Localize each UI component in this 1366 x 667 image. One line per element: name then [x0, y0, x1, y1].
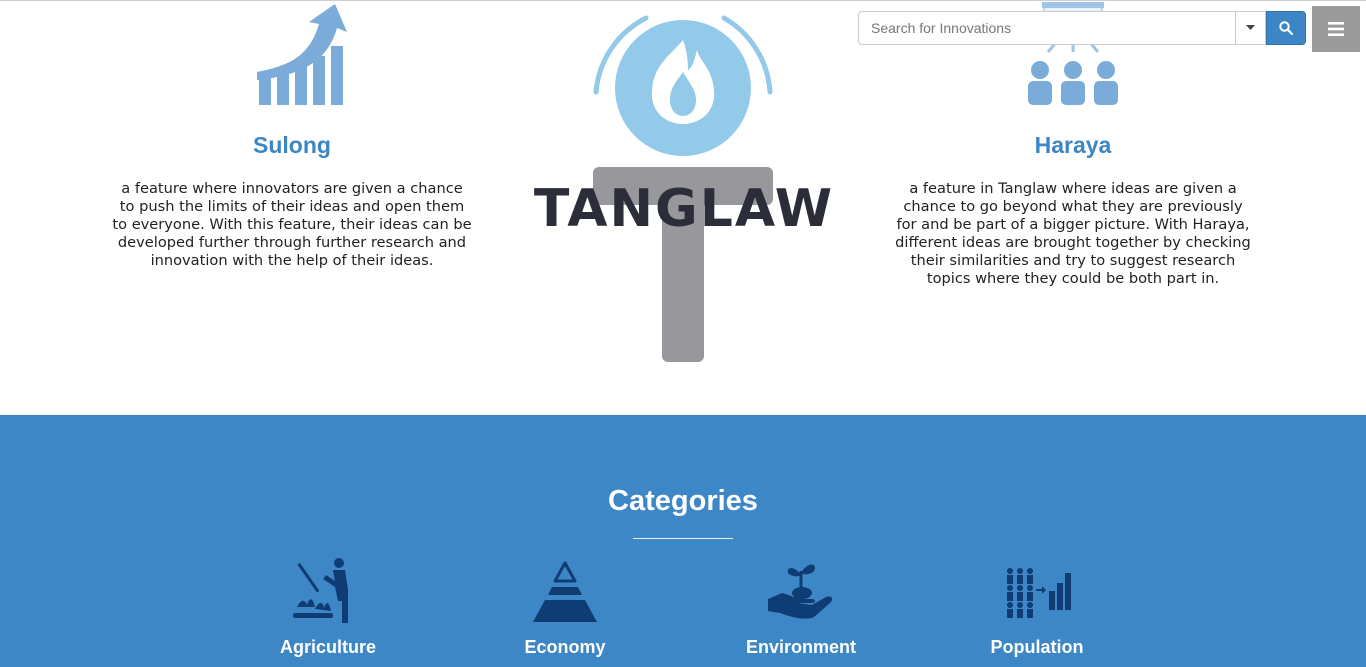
category-label: Agriculture — [279, 637, 376, 657]
category-environment[interactable]: Environment — [721, 555, 881, 658]
search-bar — [858, 11, 1266, 45]
tanglaw-logo: TANGLAW — [534, 15, 834, 362]
category-agriculture[interactable]: Agriculture — [248, 555, 408, 658]
farmer-icon — [293, 558, 348, 623]
hand-plant-icon — [768, 564, 833, 619]
category-economy[interactable]: Economy — [485, 555, 645, 658]
category-population[interactable]: Population — [957, 555, 1117, 658]
feature-sulong: Sulong a feature where innovators are gi… — [112, 0, 472, 270]
category-label: Economy — [524, 637, 606, 657]
feature-description: a feature where innovators are given a c… — [112, 180, 472, 269]
pyramid-icon — [533, 561, 597, 622]
menu-button[interactable] — [1312, 6, 1360, 52]
categories-title: Categories — [608, 485, 758, 517]
feature-title: Haraya — [1034, 132, 1112, 158]
title-divider — [633, 538, 733, 539]
search-button[interactable] — [1266, 11, 1306, 45]
hamburger-icon — [1328, 22, 1344, 36]
growth-chart-icon — [257, 4, 347, 105]
feature-title: Sulong — [253, 132, 331, 158]
search-input[interactable] — [858, 11, 1235, 45]
logo-wordmark: TANGLAW — [534, 179, 834, 239]
population-chart-icon — [1007, 568, 1071, 618]
search-filter-dropdown[interactable] — [1235, 11, 1266, 45]
feature-description: a feature in Tanglaw where ideas are giv… — [895, 180, 1251, 287]
caret-down-icon — [1246, 25, 1255, 30]
categories-section: Categories Agriculture Economy Environme… — [0, 415, 1366, 667]
search-icon — [1279, 21, 1293, 35]
category-label: Environment — [745, 637, 856, 657]
category-label: Population — [990, 637, 1084, 657]
